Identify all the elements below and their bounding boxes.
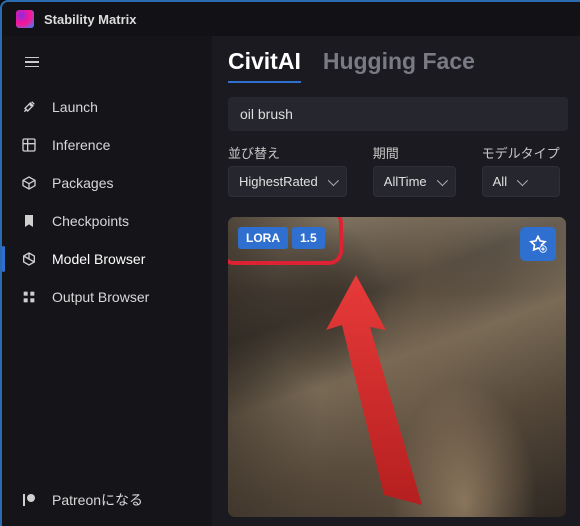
grid-icon <box>20 136 38 154</box>
model-version-badge: 1.5 <box>292 227 325 249</box>
sort-value: HighestRated <box>239 174 318 189</box>
tab-civitai[interactable]: CivitAI <box>228 48 301 83</box>
app-logo-icon <box>16 10 34 28</box>
main-content: CivitAI Hugging Face 並び替え HighestRated 期… <box>212 36 580 526</box>
sidebar-item-label: Model Browser <box>52 251 145 267</box>
sort-select[interactable]: HighestRated <box>228 166 347 197</box>
sidebar: Launch Inference Packages Checkpoints <box>2 36 212 526</box>
badge-callout: LORA 1.5 <box>228 217 343 265</box>
sidebar-item-output-browser[interactable]: Output Browser <box>2 278 212 316</box>
search-input[interactable] <box>228 97 568 131</box>
sidebar-item-packages[interactable]: Packages <box>2 164 212 202</box>
tab-hugging-face[interactable]: Hugging Face <box>323 48 475 81</box>
sidebar-item-model-browser[interactable]: Model Browser <box>2 240 212 278</box>
patreon-icon <box>20 491 38 509</box>
period-value: AllTime <box>384 174 427 189</box>
period-label: 期間 <box>373 143 456 162</box>
sidebar-item-label: Checkpoints <box>52 213 129 229</box>
sidebar-item-patreon[interactable]: Patreonになる <box>2 480 212 520</box>
model-kind-badge: LORA <box>238 227 288 249</box>
sidebar-item-label: Packages <box>52 175 113 191</box>
type-select[interactable]: All <box>482 166 560 197</box>
type-label: モデルタイプ <box>482 143 560 162</box>
titlebar: Stability Matrix <box>2 2 580 36</box>
sidebar-item-label: Launch <box>52 99 98 115</box>
sidebar-item-inference[interactable]: Inference <box>2 126 212 164</box>
app-title: Stability Matrix <box>44 12 136 27</box>
sidebar-item-label: Patreonになる <box>52 490 143 510</box>
model-card[interactable]: LORA 1.5 <box>228 217 566 517</box>
sidebar-item-label: Output Browser <box>52 289 149 305</box>
sidebar-item-checkpoints[interactable]: Checkpoints <box>2 202 212 240</box>
box-icon <box>20 174 38 192</box>
favorite-button[interactable] <box>520 227 556 261</box>
cube-icon <box>20 250 38 268</box>
chevron-down-icon <box>328 174 339 185</box>
menu-toggle-button[interactable] <box>14 46 50 78</box>
bookmark-icon <box>20 212 38 230</box>
rocket-icon <box>20 98 38 116</box>
chevron-down-icon <box>517 174 528 185</box>
sidebar-item-launch[interactable]: Launch <box>2 88 212 126</box>
star-plus-icon <box>528 234 548 254</box>
sort-label: 並び替え <box>228 143 347 162</box>
type-value: All <box>493 174 507 189</box>
period-select[interactable]: AllTime <box>373 166 456 197</box>
apps-icon <box>20 288 38 306</box>
chevron-down-icon <box>436 174 447 185</box>
sidebar-item-label: Inference <box>52 137 110 153</box>
source-tabs: CivitAI Hugging Face <box>228 48 580 83</box>
